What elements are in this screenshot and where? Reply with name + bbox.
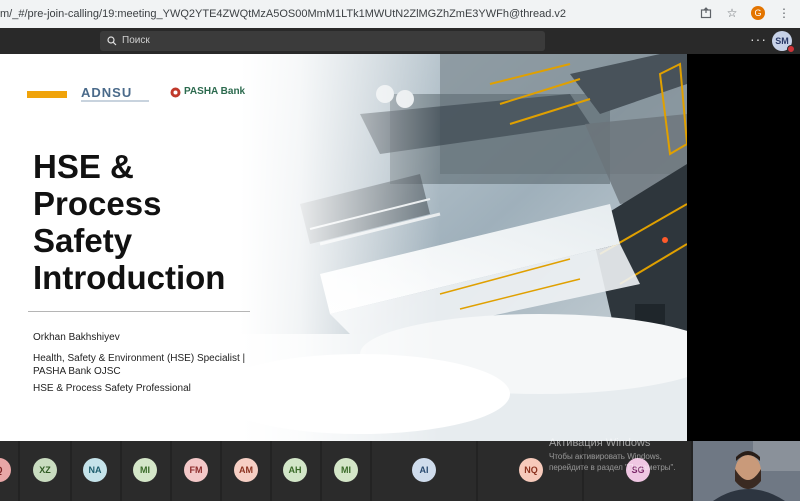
participant-tile[interactable]: FM <box>172 441 220 501</box>
participant-initials: Q <box>0 465 3 475</box>
person-video-icon <box>693 441 800 501</box>
title-line: Introduction <box>33 259 226 296</box>
shared-screen-stage: ADNSU PASHA Bank HSE & Process Safety In… <box>0 54 800 441</box>
participant-initials: AI <box>419 465 429 475</box>
participant-avatar: MI <box>334 458 358 482</box>
participant-initials: NA <box>88 465 102 475</box>
participant-tile[interactable]: MI <box>322 441 370 501</box>
search-placeholder: Поиск <box>122 35 150 46</box>
presenter-profession: HSE & Process Safety Professional <box>33 383 191 394</box>
url-bar-actions: ☆ G ⋮ <box>698 5 792 21</box>
pasha-bank-wordmark: PASHA Bank <box>184 86 246 97</box>
participant-tile[interactable]: XZ <box>20 441 70 501</box>
title-line: Process <box>33 185 162 222</box>
participant-initials: NQ <box>524 465 538 475</box>
participant-initials: AM <box>239 465 253 475</box>
pasha-bank-logo: PASHA Bank <box>170 86 246 100</box>
participant-avatar: MI <box>133 458 157 482</box>
app-header: Поиск ··· <box>0 28 800 54</box>
participant-tile[interactable]: AH <box>272 441 320 501</box>
participant-avatar: FM <box>184 458 208 482</box>
share-icon[interactable] <box>698 5 714 21</box>
participant-initials: MI <box>341 465 351 475</box>
profile-icon[interactable]: G <box>750 5 766 21</box>
participant-initials: MI <box>140 465 150 475</box>
slide-title: HSE & Process Safety Introduction <box>33 148 225 296</box>
presenter-role: Health, Safety & Environment (HSE) Speci… <box>33 353 246 377</box>
search-icon <box>104 33 120 49</box>
self-video-preview[interactable] <box>693 441 800 501</box>
participant-avatar: NA <box>83 458 107 482</box>
participant-tile[interactable]: MI <box>122 441 170 501</box>
title-line: Safety <box>33 222 133 259</box>
participant-tile[interactable]: Q <box>0 441 18 501</box>
participant-avatar: AM <box>234 458 258 482</box>
participant-avatar: XZ <box>33 458 57 482</box>
participant-avatar: AI <box>412 458 436 482</box>
adnsu-logo: ADNSU <box>81 85 149 102</box>
svg-text:ADNSU: ADNSU <box>81 85 132 100</box>
participant-avatar: NQ <box>519 458 543 482</box>
more-options-icon[interactable]: ··· <box>750 31 767 47</box>
bookmark-star-icon[interactable]: ☆ <box>724 5 740 21</box>
pasha-emblem-icon <box>170 87 181 98</box>
search-input[interactable]: Поиск <box>100 31 545 51</box>
participant-avatar: AH <box>283 458 307 482</box>
participant-tile[interactable]: NA <box>72 441 120 501</box>
browser-menu-icon[interactable]: ⋮ <box>776 5 792 21</box>
participant-initials: FM <box>189 465 203 475</box>
participant-initials: AH <box>288 465 302 475</box>
participant-tile[interactable]: AM <box>222 441 270 501</box>
participant-avatar: Q <box>0 458 11 482</box>
participant-initials: XZ <box>39 465 51 475</box>
presentation-slide: ADNSU PASHA Bank HSE & Process Safety In… <box>0 54 687 441</box>
participant-tile[interactable]: AI <box>372 441 476 501</box>
image-fade-overlay <box>240 54 440 441</box>
browser-url-bar[interactable]: m/_#/pre-join-calling/19:meeting_YWQ2YTE… <box>0 0 800 29</box>
windows-activation-text: Чтобы активировать Windows, перейдите в … <box>549 452 676 472</box>
accent-bar <box>27 91 67 98</box>
url-text[interactable]: m/_#/pre-join-calling/19:meeting_YWQ2YTE… <box>0 8 566 20</box>
title-line: HSE & <box>33 148 134 185</box>
presence-status-badge <box>787 45 795 53</box>
presenter-name: Orkhan Bakhshiyev <box>33 332 120 343</box>
windows-activation-title: Активация Windows <box>549 437 651 449</box>
profile-initial: G <box>751 6 765 20</box>
divider <box>28 311 250 312</box>
